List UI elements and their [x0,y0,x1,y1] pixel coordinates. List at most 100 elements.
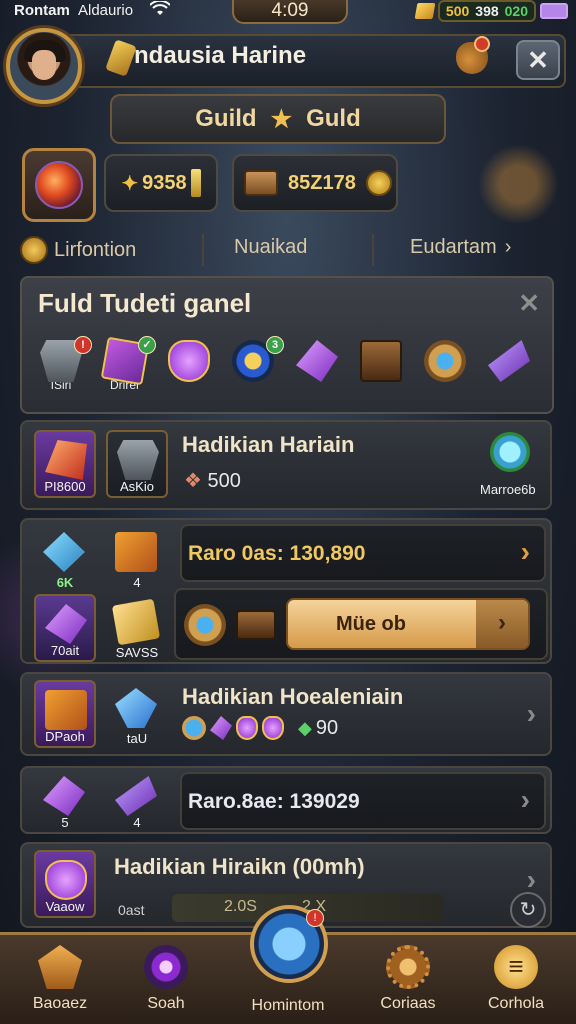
nav-label: Homintom [251,997,325,1014]
match-button-label: Müe ob [336,613,406,635]
tile-caption: SAVSS [115,645,159,660]
silver-count: 398 [475,3,499,19]
tile-caption: PI8600 [44,479,86,494]
nav-item-homintom[interactable]: Homintom [238,997,338,1015]
guild-gem-frame[interactable] [22,148,96,222]
panel-close-icon[interactable]: ✕ [518,288,540,319]
rate-text: Raro 0as: 130,890 [188,542,366,565]
reward-icons: ◆ 90 [182,716,338,740]
battery-icon [540,3,568,19]
gold-block-icon [111,598,161,646]
gem-icon: ❖ [184,470,202,492]
list-item-row1[interactable]: PI8600 AsKio Hadikian Hariain ❖ 500 Marr… [20,420,552,510]
item-tile[interactable]: ISiri ! [34,336,92,398]
carrier-label: Rontam [14,2,70,19]
crystal-icon [115,776,157,816]
tab-nuaikad[interactable]: Nuaikad [234,236,307,259]
close-icon: ✕ [527,45,549,75]
item-tile[interactable]: taU [106,680,168,748]
item-tile[interactable] [162,340,216,398]
refresh-button[interactable]: ↻ [510,892,546,928]
item-tile[interactable]: 5 [34,768,96,832]
chevron-right-icon: › [520,536,530,567]
close-button[interactable]: ✕ [516,40,560,80]
nav-item-baoaez[interactable]: Baoaez [10,945,110,1013]
tile-caption: 4 [133,575,141,590]
guild-label-left: Guild [195,105,257,132]
match-bar: Müe ob › [174,588,548,660]
tab-eudartam[interactable]: Eudartam › [410,236,511,259]
red-gem-icon [45,440,87,480]
rate-bar[interactable]: Raro 0as: 130,890 › [180,524,546,582]
fire-gem-icon [35,161,83,209]
item-tile[interactable]: 4 [106,524,168,592]
chest-icon [244,170,278,196]
tab-divider [202,234,204,266]
item-tile[interactable]: Drirer ✓ [98,336,156,398]
row-sub-mid: 2.0S [224,898,257,915]
gem-icon [236,716,258,740]
status-bar: Rontam Aldaurio 4:09 500 398 020 [0,0,576,26]
gear-icon [182,716,206,740]
tile-caption: 6K [56,575,74,590]
gold-bar-icon [414,3,436,19]
item-tile[interactable] [354,340,408,398]
item-tile[interactable] [290,340,344,398]
item-tile[interactable]: SAVSS [106,594,168,662]
orange-box-icon [45,690,87,730]
guild-plate[interactable]: Guild ★ Guld [110,94,446,144]
gem-icon [45,860,87,900]
blue-gem-icon [115,688,157,728]
coin-icon [20,236,48,264]
orange-box-icon [115,532,157,572]
item-tile[interactable]: Vaaow [34,850,96,918]
item-tile[interactable]: 4 [106,768,168,832]
row-value: ❖ 500 [184,468,241,493]
nav-item-soah[interactable]: Soah [116,945,216,1013]
gear-icon [424,340,466,382]
tile-caption: 70ait [50,643,80,658]
item-tile[interactable]: PI8600 [34,430,96,498]
item-tile[interactable]: 70ait [34,594,96,662]
item-tile[interactable]: DPaoh [34,680,96,748]
menu-icon [494,945,538,989]
page-title: ndausia Harine [134,42,307,69]
list-item-row5[interactable]: 5 4 Raro.8ae: 139029 › [20,766,552,834]
row-title: Hadikian Hiraikn (00mh) [114,854,365,879]
chest-icon [236,610,276,640]
gear-icon [184,604,226,646]
rate-bar[interactable]: Raro.8ae: 139029 › [180,772,546,830]
items-panel: Fuld Tudeti ganel ✕ ISiri ! Drirer ✓ 3 [20,276,554,414]
chevron-right-icon: › [476,600,528,648]
row-title: Hadikian Hoealeniain [182,684,404,709]
green-count: 020 [504,3,528,19]
item-tile[interactable]: AsKio [106,430,168,498]
notification-badge: ! [306,909,324,927]
currency-box-a[interactable]: ✦ 9358 [104,154,218,212]
shard-icon [43,776,85,816]
currency-row: ✦ 9358 85Z178 [22,148,542,222]
row-value-text: 500 [207,470,241,492]
gem-icon [168,340,210,382]
row-title: Hadikian Hariain [182,432,355,457]
list-item-row4[interactable]: DPaoh taU Hadikian Hoealeniain ◆ 90 › [20,672,552,756]
crest-icon [38,945,82,989]
box-icon [360,340,402,382]
nav-label: Coriaas [380,995,436,1012]
currency-amount-b: 85Z178 [288,171,356,194]
tab-divider [372,234,374,266]
item-tile[interactable] [418,340,472,398]
tab-lirfontion[interactable]: Lirfontion [20,236,136,264]
star-icon: ★ [270,105,293,133]
nav-item-corhola[interactable]: Corhola [466,945,566,1013]
nav-item-coriaas[interactable]: Coriaas [358,945,458,1013]
item-tile[interactable] [482,340,536,398]
currency-box-b[interactable]: 85Z178 [232,154,398,212]
match-button[interactable]: Müe ob › [286,598,530,650]
item-tile[interactable]: 6K [34,524,96,592]
resource-bar: 500 398 020 [414,0,568,22]
item-tile[interactable]: 3 [226,336,284,398]
avatar[interactable] [6,28,82,104]
tile-caption: DPaoh [45,729,85,744]
resource-counters[interactable]: 500 398 020 [437,0,536,22]
